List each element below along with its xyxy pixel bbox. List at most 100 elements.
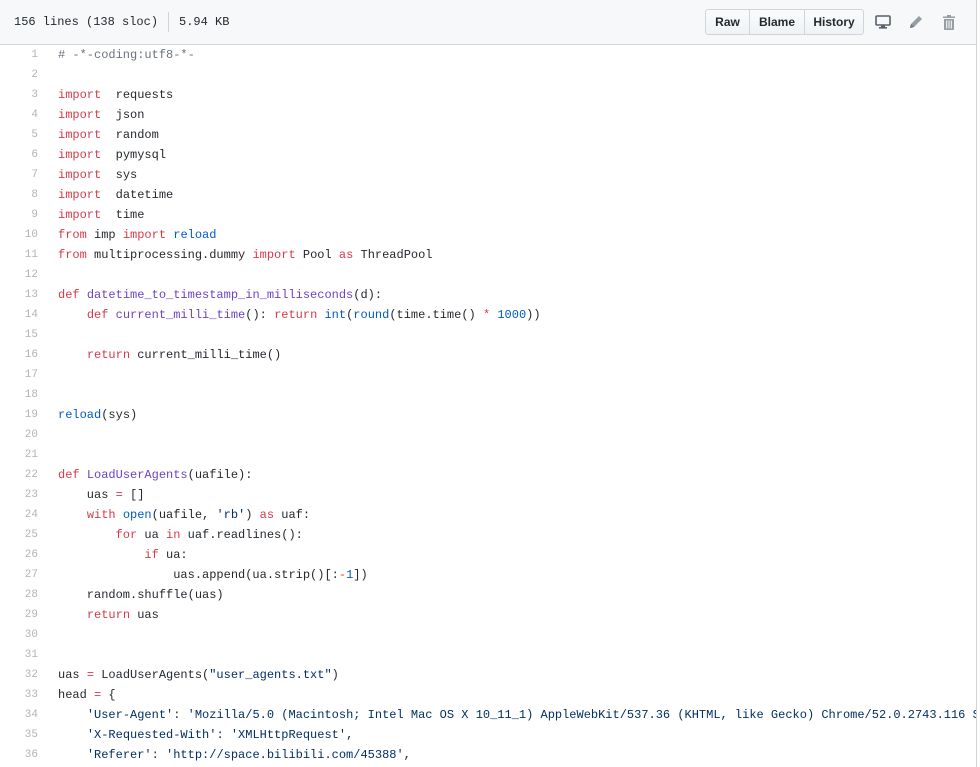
line-number[interactable]: 4 <box>0 105 38 125</box>
line-number[interactable]: 7 <box>0 165 38 185</box>
code-token: # -*-coding:utf8-*- <box>58 48 195 62</box>
line-number[interactable]: 8 <box>0 185 38 205</box>
code-line: 27 uas.append(ua.strip()[:-1]) <box>0 565 976 585</box>
code-token: (time.time() <box>389 308 483 322</box>
code-line: 5 import random <box>0 125 976 145</box>
line-number[interactable]: 12 <box>0 265 38 285</box>
desktop-icon[interactable] <box>873 12 893 32</box>
line-content: 'X-Requested-With': 'XMLHttpRequest', <box>38 725 353 745</box>
line-number[interactable]: 21 <box>0 445 38 465</box>
code-line: 16 return current_milli_time() <box>0 345 976 365</box>
code-token: import <box>58 168 102 182</box>
code-token: "user_agents.txt" <box>209 668 332 682</box>
code-token: : <box>151 748 167 762</box>
line-number[interactable]: 34 <box>0 705 38 725</box>
line-number[interactable]: 9 <box>0 205 38 225</box>
code-token: return <box>274 308 318 322</box>
line-number[interactable]: 14 <box>0 305 38 325</box>
line-number[interactable]: 33 <box>0 685 38 705</box>
raw-button[interactable]: Raw <box>705 9 750 35</box>
code-token: return <box>86 348 131 362</box>
line-number[interactable]: 11 <box>0 245 38 265</box>
code-token: 'X-Requested-With' <box>86 728 217 742</box>
line-number[interactable]: 31 <box>0 645 38 665</box>
line-number[interactable]: 13 <box>0 285 38 305</box>
code-line: 31 <box>0 645 976 665</box>
code-token: ThreadPool <box>353 248 433 262</box>
line-number[interactable]: 29 <box>0 605 38 625</box>
code-block: 1 # -*-coding:utf8-*- 2 3 import requests 4 im… <box>0 45 976 765</box>
code-token: , <box>346 728 354 742</box>
line-number[interactable]: 27 <box>0 565 38 585</box>
pencil-icon[interactable] <box>906 12 926 32</box>
line-number[interactable]: 22 <box>0 465 38 485</box>
line-number[interactable]: 23 <box>0 485 38 505</box>
code-token: datetime <box>101 188 174 202</box>
code-token: random.shuffle(uas) <box>58 588 224 602</box>
line-content: uas = LoadUserAgents("user_agents.txt") <box>38 665 339 685</box>
line-number[interactable]: 24 <box>0 505 38 525</box>
line-number[interactable]: 17 <box>0 365 38 385</box>
code-line: 28 random.shuffle(uas) <box>0 585 976 605</box>
line-content: for ua in uaf.readlines(): <box>38 525 303 545</box>
line-number[interactable]: 26 <box>0 545 38 565</box>
line-number[interactable]: 28 <box>0 585 38 605</box>
line-number[interactable]: 36 <box>0 745 38 765</box>
code-line: 10 from imp import reload <box>0 225 976 245</box>
line-number[interactable]: 20 <box>0 425 38 445</box>
line-count: 156 lines (138 sloc) <box>14 15 159 29</box>
line-number[interactable]: 3 <box>0 85 38 105</box>
trash-icon[interactable] <box>939 12 959 32</box>
line-content: from imp import reload <box>38 225 216 245</box>
code-line: 2 <box>0 65 976 85</box>
code-token: head <box>58 688 95 702</box>
history-button[interactable]: History <box>804 9 864 35</box>
line-number[interactable]: 32 <box>0 665 38 685</box>
line-number[interactable]: 5 <box>0 125 38 145</box>
code-token: import <box>58 148 102 162</box>
code-token: import <box>58 188 102 202</box>
line-number[interactable]: 25 <box>0 525 38 545</box>
code-token: 'rb' <box>216 508 246 522</box>
line-number[interactable]: 6 <box>0 145 38 165</box>
code-token: reload <box>173 228 217 242</box>
line-content <box>38 365 58 385</box>
line-number[interactable]: 18 <box>0 385 38 405</box>
line-content <box>38 65 58 85</box>
code-token: open <box>122 508 152 522</box>
code-line: 13 def datetime_to_timestamp_in_milliseco… <box>0 285 976 305</box>
code-line: 7 import sys <box>0 165 976 185</box>
line-number[interactable]: 1 <box>0 45 38 65</box>
code-token: for <box>115 528 138 542</box>
line-number[interactable]: 10 <box>0 225 38 245</box>
code-token: 'http://space.bilibili.com/45388' <box>166 748 404 762</box>
code-token: time <box>101 208 145 222</box>
line-content: return current_milli_time() <box>38 345 281 365</box>
line-number[interactable]: 15 <box>0 325 38 345</box>
code-line: 4 import json <box>0 105 976 125</box>
file-actions-group: Raw Blame History <box>705 9 864 35</box>
line-number[interactable]: 35 <box>0 725 38 745</box>
code-token: Pool <box>295 248 339 262</box>
code-token: import <box>58 108 102 122</box>
line-number[interactable]: 30 <box>0 625 38 645</box>
code-token: ua: <box>158 548 188 562</box>
blame-button[interactable]: Blame <box>749 9 805 35</box>
code-line: 15 <box>0 325 976 345</box>
code-token: int <box>324 308 347 322</box>
line-content: uas.append(ua.strip()[:-1]) <box>38 565 367 585</box>
code-token: (sys) <box>101 408 138 422</box>
code-token: (): <box>245 308 275 322</box>
line-number[interactable]: 19 <box>0 405 38 425</box>
code-line: 14 def current_milli_time(): return int(… <box>0 305 976 325</box>
line-number[interactable]: 2 <box>0 65 38 85</box>
line-number[interactable]: 16 <box>0 345 38 365</box>
code-token: def <box>58 468 80 482</box>
line-content: def LoadUserAgents(uafile): <box>38 465 252 485</box>
line-content <box>38 445 58 465</box>
